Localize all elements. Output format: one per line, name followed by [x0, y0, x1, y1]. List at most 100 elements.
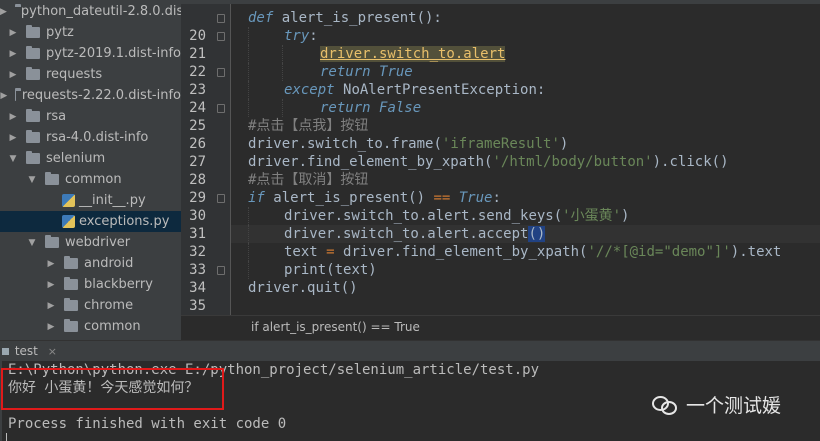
code-token: = [326, 244, 344, 260]
tree-item[interactable]: ▶ common [0, 316, 181, 337]
tree-item-label: selenium [46, 151, 106, 166]
fold-marker-icon[interactable] [217, 32, 225, 41]
code-line[interactable]: driver.quit() [231, 279, 820, 297]
project-tree[interactable]: ▶python_dateutil-2.8.0.dist-info▶pytz▶py… [0, 0, 182, 340]
code-line[interactable]: return True [231, 63, 820, 81]
code-token: quit [307, 280, 341, 296]
code-line[interactable]: def alert_is_present(): [231, 9, 820, 27]
folder-icon [26, 46, 40, 59]
line-number: 34 [189, 280, 206, 296]
fold-marker-icon[interactable] [217, 266, 225, 275]
console-exit-line: Process finished with exit code 0 [8, 416, 287, 432]
code-line[interactable]: print(text) [231, 261, 820, 279]
tree-item[interactable]: ▶ android [0, 253, 181, 274]
code-line[interactable]: driver.switch_to.frame('iframeResult') [231, 135, 820, 153]
code-line[interactable]: driver.find_element_by_xpath('/html/body… [231, 153, 820, 171]
code-line[interactable]: #点击【取消】按钮 [231, 171, 820, 189]
tree-item[interactable]: ▶ rsa [0, 106, 181, 127]
code-token: (text) [326, 262, 377, 278]
line-number: 26 [189, 136, 206, 152]
code-token: print [284, 262, 327, 278]
chevron-right-icon[interactable]: ▶ [8, 28, 18, 38]
indent-guide [248, 63, 249, 81]
tree-item[interactable]: ▶ rsa-4.0.dist-info [0, 127, 181, 148]
chevron-right-icon[interactable]: ▶ [46, 322, 56, 332]
fold-marker-icon[interactable] [217, 104, 225, 113]
folder-icon [26, 130, 40, 143]
code-line[interactable] [231, 297, 820, 315]
code-line[interactable]: driver.switch_to.alert.send_keys('小蛋黄') [231, 207, 820, 225]
indent-guide [248, 27, 249, 45]
code-token: () [340, 280, 358, 296]
run-tab-label[interactable]: test [15, 344, 38, 358]
line-number: 30 [189, 208, 206, 224]
tree-item-label: rsa [46, 109, 67, 124]
line-number: 31 [189, 226, 206, 242]
tree-item[interactable]: ▶ requests [0, 64, 181, 85]
tree-item[interactable]: ▶ pytz-2019.1.dist-info [0, 43, 181, 64]
tree-item-label: common [84, 319, 141, 334]
chevron-down-icon[interactable]: ▼ [27, 238, 37, 248]
chevron-right-icon[interactable]: ▶ [8, 49, 18, 59]
code-token: click [669, 154, 712, 170]
code-line[interactable]: except NoAlertPresentException: [231, 81, 820, 99]
code-line[interactable]: text = driver.find_element_by_xpath('//*… [231, 243, 820, 261]
chevron-right-icon[interactable]: ▶ [46, 280, 56, 290]
code-line[interactable]: driver.switch_to.alert.accept() [231, 225, 820, 243]
tree-item-label: requests [46, 67, 103, 82]
tree-item[interactable]: __init__.py [0, 190, 181, 211]
code-line[interactable]: if alert_is_present() == True: [231, 189, 820, 207]
code-token: send_keys [477, 208, 554, 224]
console-caret [6, 433, 7, 441]
output-highlight-box [1, 368, 224, 410]
code-token: NoAlertPresentException [343, 82, 537, 98]
code-token: driver.switch_to.alert. [284, 208, 478, 224]
tree-item-label: pytz [46, 25, 74, 40]
editor-gutter: 20 21 22 23 24 25 26 27 28 29 30 31 32 33 34 35 [181, 4, 231, 315]
chevron-right-icon[interactable]: ▶ [8, 112, 18, 122]
fold-marker-icon[interactable] [217, 68, 225, 77]
chevron-down-icon[interactable]: ▼ [27, 175, 37, 185]
chevron-right-icon[interactable]: ▶ [8, 133, 18, 143]
fold-marker-icon[interactable] [217, 194, 225, 203]
tree-item[interactable]: exceptions.py [0, 211, 181, 232]
code-line[interactable]: try: [231, 27, 820, 45]
tree-item[interactable]: ▼ selenium [0, 148, 181, 169]
code-token: accept [477, 226, 529, 242]
tree-item-label: exceptions.py [79, 214, 170, 229]
tree-item[interactable]: ▶ python_dateutil-2.8.0.dist-info [0, 1, 181, 22]
chevron-right-icon[interactable]: ▶ [46, 301, 56, 311]
chevron-right-icon[interactable]: ▶ [46, 259, 56, 269]
chevron-down-icon[interactable]: ▼ [8, 154, 18, 164]
tree-item[interactable]: ▶ blackberry [0, 274, 181, 295]
tree-item[interactable]: ▼ webdriver [0, 232, 181, 253]
chevron-right-icon[interactable]: ▶ [0, 91, 7, 101]
code-token: except [284, 82, 344, 98]
folder-icon [26, 109, 40, 122]
tree-item-label: chrome [84, 298, 134, 313]
code-token: alert_is_present [281, 10, 417, 26]
line-number: 20 [189, 28, 206, 44]
indent-guide [248, 261, 249, 279]
code-line[interactable]: #点击【点我】按钮 [231, 117, 820, 135]
tree-item[interactable]: ▶ pytz [0, 22, 181, 43]
fold-marker-icon[interactable] [217, 14, 225, 23]
code-token: '/html/body/button' [492, 154, 653, 170]
tree-item[interactable]: ▶ chrome [0, 295, 181, 316]
close-icon[interactable]: × [48, 345, 57, 358]
indent-guide [248, 99, 249, 117]
code-token: frame [391, 136, 434, 152]
tree-item[interactable]: ▼ common [0, 169, 181, 190]
code-line[interactable]: driver.switch_to.alert [231, 45, 820, 63]
tree-item[interactable]: ▶ requests-2.22.0.dist-info [0, 85, 181, 106]
breadcrumb[interactable]: if alert_is_present() == True [181, 315, 820, 340]
chevron-right-icon[interactable]: ▶ [8, 70, 18, 80]
code-editor[interactable]: def alert_is_present(): try: driver.switch… [231, 4, 820, 315]
code-line[interactable]: return False [231, 99, 820, 117]
indent-guide [248, 207, 249, 225]
chevron-right-icon[interactable]: ▶ [0, 7, 7, 17]
code-token: () [711, 154, 729, 170]
line-number: 23 [189, 82, 206, 98]
code-token: if [248, 190, 274, 206]
tree-item-label: rsa-4.0.dist-info [46, 130, 149, 145]
